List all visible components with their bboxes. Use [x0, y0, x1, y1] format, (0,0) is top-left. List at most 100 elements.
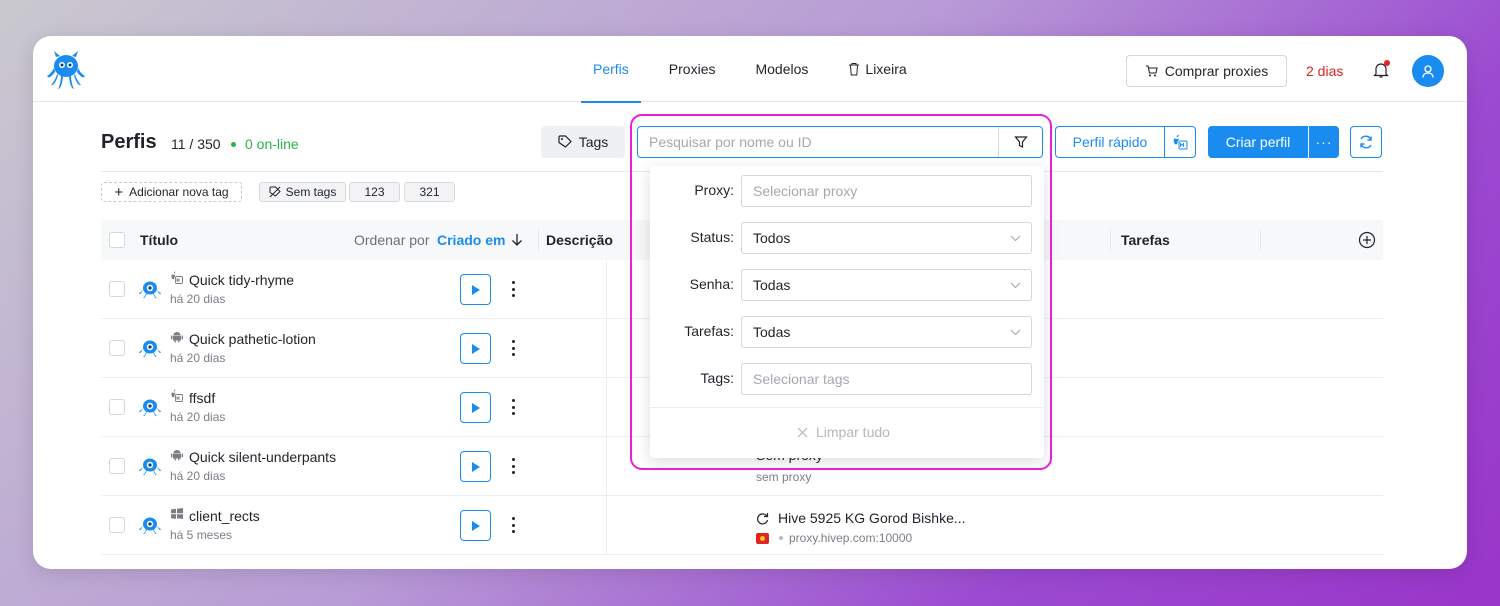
- create-more-button[interactable]: ···: [1309, 126, 1339, 158]
- main-nav: Perfis Proxies Modelos Lixeira: [573, 36, 927, 103]
- buy-proxies-label: Comprar proxies: [1164, 63, 1269, 79]
- proxy-address: proxy.hivep.com:10000: [756, 531, 912, 545]
- add-new-tag-button[interactable]: + Adicionar nova tag: [101, 182, 242, 202]
- profile-created-date: há 5 meses: [170, 528, 233, 542]
- nav-tab-label: Modelos: [755, 61, 809, 77]
- start-profile-button[interactable]: [460, 392, 491, 423]
- profile-name[interactable]: Quick silent-underpants: [189, 449, 336, 465]
- refresh-button[interactable]: [1350, 126, 1382, 158]
- tags-button[interactable]: Tags: [541, 126, 625, 158]
- start-profile-button[interactable]: [460, 333, 491, 364]
- octopus-logo-icon: [139, 458, 161, 476]
- profile-name[interactable]: client_rects: [189, 508, 260, 524]
- column-description[interactable]: Descrição: [546, 232, 613, 248]
- macos-os-icon: [171, 271, 183, 284]
- page-title: Perfis: [101, 131, 157, 153]
- cart-icon: [1145, 65, 1158, 77]
- row-checkbox[interactable]: [109, 281, 125, 297]
- user-avatar[interactable]: [1412, 55, 1444, 87]
- quick-profile-os-button[interactable]: [1164, 126, 1196, 158]
- column-divider: [606, 496, 607, 555]
- column-tasks[interactable]: Tarefas: [1121, 232, 1170, 248]
- profile-created-date: há 20 dias: [170, 351, 226, 365]
- tags-label: Tags: [578, 134, 609, 150]
- plus-icon: +: [114, 183, 124, 201]
- play-icon: [471, 284, 480, 295]
- row-menu-button[interactable]: [509, 397, 517, 417]
- profile-name[interactable]: Quick tidy-rhyme: [189, 272, 294, 288]
- focus-highlight-outline: [630, 114, 1052, 470]
- buy-proxies-button[interactable]: Comprar proxies: [1126, 55, 1287, 87]
- macos-os-icon: [171, 389, 183, 402]
- country-flag-icon: [756, 532, 769, 544]
- nav-tab-label: Lixeira: [865, 61, 907, 77]
- octopus-logo-icon: [139, 517, 161, 535]
- online-label: 0 on-line: [245, 136, 299, 152]
- play-icon: [471, 343, 480, 354]
- column-title[interactable]: Título: [140, 232, 178, 248]
- tag-chip-label: Sem tags: [285, 185, 337, 199]
- row-checkbox[interactable]: [109, 517, 125, 533]
- octopus-logo-icon[interactable]: [45, 50, 87, 90]
- row-menu-button[interactable]: [509, 515, 517, 535]
- quick-profile-button[interactable]: Perfil rápido: [1055, 126, 1165, 158]
- status-dot: [779, 536, 783, 540]
- tag-chip-123[interactable]: 123: [349, 182, 400, 202]
- table-row[interactable]: client_rects há 5 meses Hive 5925 KG Gor…: [101, 496, 1383, 555]
- top-bar: Perfis Proxies Modelos Lixeira Comprar p…: [33, 36, 1467, 103]
- add-tag-label: Adicionar nova tag: [129, 185, 229, 199]
- tag-chip-no-tags[interactable]: Sem tags: [259, 182, 346, 202]
- user-icon: [1422, 64, 1434, 78]
- tag-chip-321[interactable]: 321: [404, 182, 455, 202]
- nav-tab-models[interactable]: Modelos: [743, 36, 820, 102]
- nav-tab-label: Proxies: [668, 61, 716, 77]
- octopus-logo-icon: [139, 399, 161, 417]
- create-profile-button[interactable]: Criar perfil: [1208, 126, 1308, 158]
- refresh-icon: [1360, 135, 1372, 149]
- row-menu-button[interactable]: [509, 338, 517, 358]
- start-profile-button[interactable]: [460, 510, 491, 541]
- proxy-address: sem proxy: [756, 470, 812, 484]
- row-checkbox[interactable]: [109, 399, 125, 415]
- proxy-name-label: Hive 5925 KG Gorod Bishke...: [778, 510, 966, 526]
- refresh-icon: [757, 512, 769, 524]
- no-tag-icon: [269, 186, 281, 198]
- column-separator: [1110, 230, 1111, 250]
- row-checkbox[interactable]: [109, 340, 125, 356]
- add-column-icon[interactable]: [1358, 231, 1376, 249]
- start-profile-button[interactable]: [460, 451, 491, 482]
- profile-name[interactable]: Quick pathetic-lotion: [189, 331, 316, 347]
- nav-tab-profiles[interactable]: Perfis: [581, 36, 641, 103]
- macos-app-icon: [1173, 134, 1188, 150]
- tag-icon: [558, 135, 572, 148]
- sort-arrow-down-icon[interactable]: [511, 233, 523, 247]
- windows-os-icon: [171, 508, 183, 519]
- android-os-icon: [171, 450, 183, 461]
- row-checkbox[interactable]: [109, 458, 125, 474]
- nav-tab-label: Perfis: [593, 61, 629, 77]
- online-status: 0 on-line: [231, 136, 299, 152]
- profile-name[interactable]: ffsdf: [189, 390, 215, 406]
- octopus-logo-icon: [139, 340, 161, 358]
- online-dot: [231, 141, 236, 147]
- nav-tab-proxies[interactable]: Proxies: [657, 36, 728, 102]
- sort-by-select[interactable]: Criado em: [437, 232, 505, 248]
- play-icon: [471, 520, 480, 531]
- proxy-name[interactable]: Hive 5925 KG Gorod Bishke...: [756, 510, 966, 526]
- start-profile-button[interactable]: [460, 274, 491, 305]
- android-os-icon: [171, 332, 183, 343]
- subscription-days-left[interactable]: 2 dias: [1306, 63, 1343, 79]
- row-menu-button[interactable]: [509, 456, 517, 476]
- column-separator: [1260, 230, 1261, 250]
- sort-by-label: Ordenar por: [354, 232, 430, 248]
- nav-tab-trash[interactable]: Lixeira: [836, 36, 918, 102]
- octopus-logo-icon: [139, 281, 161, 299]
- select-all-checkbox[interactable]: [109, 232, 125, 248]
- notification-dot: [1384, 60, 1390, 66]
- play-icon: [471, 402, 480, 413]
- profile-created-date: há 20 dias: [170, 469, 226, 483]
- column-divider: [606, 319, 607, 378]
- profile-created-date: há 20 dias: [170, 410, 226, 424]
- row-menu-button[interactable]: [509, 279, 517, 299]
- column-divider: [606, 378, 607, 437]
